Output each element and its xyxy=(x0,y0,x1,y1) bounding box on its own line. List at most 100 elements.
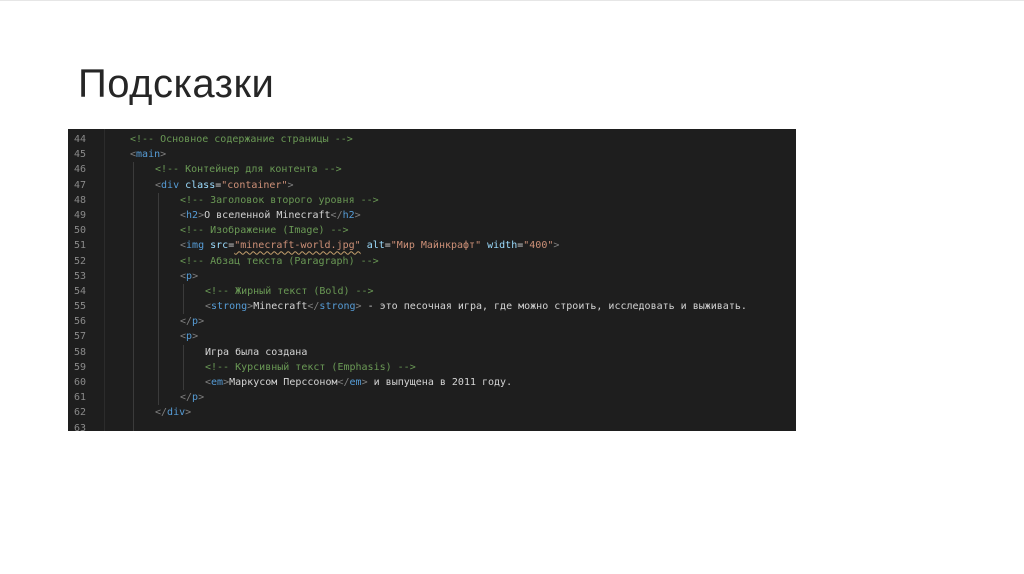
code-token-comment: <!-- Жирный текст (Bold) --> xyxy=(205,285,374,297)
code-token-str: "minecraft-world.jpg" xyxy=(234,240,361,252)
slide-title: Подсказки xyxy=(78,62,275,106)
indent-guide xyxy=(158,375,159,391)
code-token-comment: <!-- Основное содержание страницы --> xyxy=(130,134,353,145)
line-number: 53 xyxy=(74,270,87,282)
code-token-punct: > xyxy=(192,331,199,343)
code-line: 46 <!-- Контейнер для контента --> xyxy=(68,162,796,178)
indent-guide xyxy=(133,375,134,391)
indent-guide xyxy=(133,299,134,315)
code-token-punct: </ xyxy=(180,316,193,328)
indent-guide xyxy=(158,314,159,330)
indent-guide xyxy=(133,192,134,208)
code-token-tag: main xyxy=(136,149,161,161)
line-number: 54 xyxy=(74,285,87,297)
code-token-tag: strong xyxy=(211,301,248,313)
indent-guide xyxy=(183,359,184,375)
indent-guide xyxy=(133,420,134,431)
code-line: 45 <main> xyxy=(68,147,796,162)
indent-guide xyxy=(133,405,134,421)
indent-guide xyxy=(133,314,134,330)
code-token-punct: </ xyxy=(330,209,343,221)
code-token-text: Игра была создана xyxy=(205,346,308,358)
code-token-attr: src xyxy=(210,240,229,252)
code-token-str: "Мир Майнкрафт" xyxy=(390,240,482,252)
code-token-punct: > xyxy=(354,209,361,221)
code-token-str: "400" xyxy=(523,240,554,252)
code-text: <!-- Курсивный текст (Emphasis) --> xyxy=(205,360,416,375)
code-token-text: - это песочная игра, где можно строить, … xyxy=(361,301,747,313)
indent-guide xyxy=(133,329,134,345)
code-line: 53 <p> xyxy=(68,268,796,284)
code-line: 62 </div> xyxy=(68,405,796,421)
code-text: <strong>Minecraft</strong> - это песочна… xyxy=(205,299,747,314)
line-number: 50 xyxy=(74,225,87,237)
code-editor-screenshot: 44 <!-- Основное содержание страницы --> 4… xyxy=(68,129,796,431)
code-token-tag: div xyxy=(167,407,186,419)
code-text: <p> xyxy=(180,329,198,344)
code-token-punct: > xyxy=(185,407,192,419)
indent-guide xyxy=(183,344,184,360)
code-line: 56 </p> xyxy=(68,314,796,330)
line-number: 48 xyxy=(74,194,87,206)
indent-guide xyxy=(158,223,159,239)
code-token-punct: > xyxy=(287,179,294,191)
code-token-tag: strong xyxy=(319,301,356,313)
code-token-punct: > xyxy=(198,316,205,328)
code-text: </div> xyxy=(155,405,191,420)
code-line: 51 <img src="minecraft-world.jpg" alt="Ми… xyxy=(68,238,796,254)
indent-guide xyxy=(158,207,159,224)
indent-guide xyxy=(133,207,134,224)
code-text: <p> xyxy=(180,269,198,284)
code-text: <h2>О вселенной Minecraft</h2> xyxy=(180,208,361,223)
code-token-punct: > xyxy=(198,392,205,404)
code-token-punct: </ xyxy=(155,407,168,419)
indent-guide xyxy=(158,253,159,269)
code-token-punct: > xyxy=(160,149,167,161)
indent-guide xyxy=(133,390,134,406)
code-token-punct: </ xyxy=(180,392,193,404)
line-number: 52 xyxy=(74,255,87,267)
code-token-attr: width xyxy=(487,240,518,252)
code-text: <!-- Абзац текста (Paragraph) --> xyxy=(180,254,379,269)
code-token-attr: class xyxy=(185,179,216,191)
code-line: 57 <p> xyxy=(68,329,796,345)
code-token-punct: > xyxy=(192,270,199,282)
indent-guide xyxy=(133,344,134,360)
code-token-text: Minecraft xyxy=(253,301,308,313)
code-token-tag: em xyxy=(349,377,362,388)
code-token-tag: img xyxy=(186,240,205,252)
line-number: 57 xyxy=(74,331,87,343)
line-number: 58 xyxy=(74,346,87,358)
code-line: 60 <em>Маркусом Перссоном</em> и выпущена… xyxy=(68,375,796,391)
code-text: <!-- Основное содержание страницы --> xyxy=(130,132,353,147)
indent-guide xyxy=(133,268,134,284)
indent-guide xyxy=(158,192,159,208)
code-text: <!-- Изображение (Image) --> xyxy=(180,223,349,238)
code-line: 50 <!-- Изображение (Image) --> xyxy=(68,223,796,239)
code-text: <em>Маркусом Перссоном</em> и выпущена в… xyxy=(205,375,512,390)
line-number: 45 xyxy=(74,149,87,161)
code-token-punct: > xyxy=(553,240,560,252)
code-line: 54 <!-- Жирный текст (Bold) --> xyxy=(68,283,796,300)
code-token-text: О вселенной Minecraft xyxy=(204,209,331,221)
code-text: <!-- Контейнер для контента --> xyxy=(155,162,342,177)
indent-guide xyxy=(158,268,159,284)
line-number: 46 xyxy=(74,164,87,176)
code-line: 58 Игра была создана xyxy=(68,344,796,360)
indent-guide xyxy=(158,359,159,375)
line-number: 47 xyxy=(74,179,87,191)
indent-guide xyxy=(158,390,159,406)
code-token-tag: em xyxy=(211,377,224,388)
code-line: 61 </p> xyxy=(68,390,796,406)
indent-guide xyxy=(183,375,184,391)
line-number: 51 xyxy=(74,240,87,252)
code-text: <!-- Жирный текст (Bold) --> xyxy=(205,284,374,299)
code-token-comment: <!-- Курсивный текст (Emphasis) --> xyxy=(205,361,416,373)
indent-guide xyxy=(133,223,134,239)
code-token-comment: <!-- Изображение (Image) --> xyxy=(180,225,349,237)
slide-top-border xyxy=(0,0,1024,1)
code-text: <img src="minecraft-world.jpg" alt="Мир … xyxy=(180,238,559,253)
code-line: 48 <!-- Заголовок второго уровня --> xyxy=(68,192,796,208)
code-token-comment: <!-- Контейнер для контента --> xyxy=(155,164,342,176)
indent-guide xyxy=(133,162,134,178)
